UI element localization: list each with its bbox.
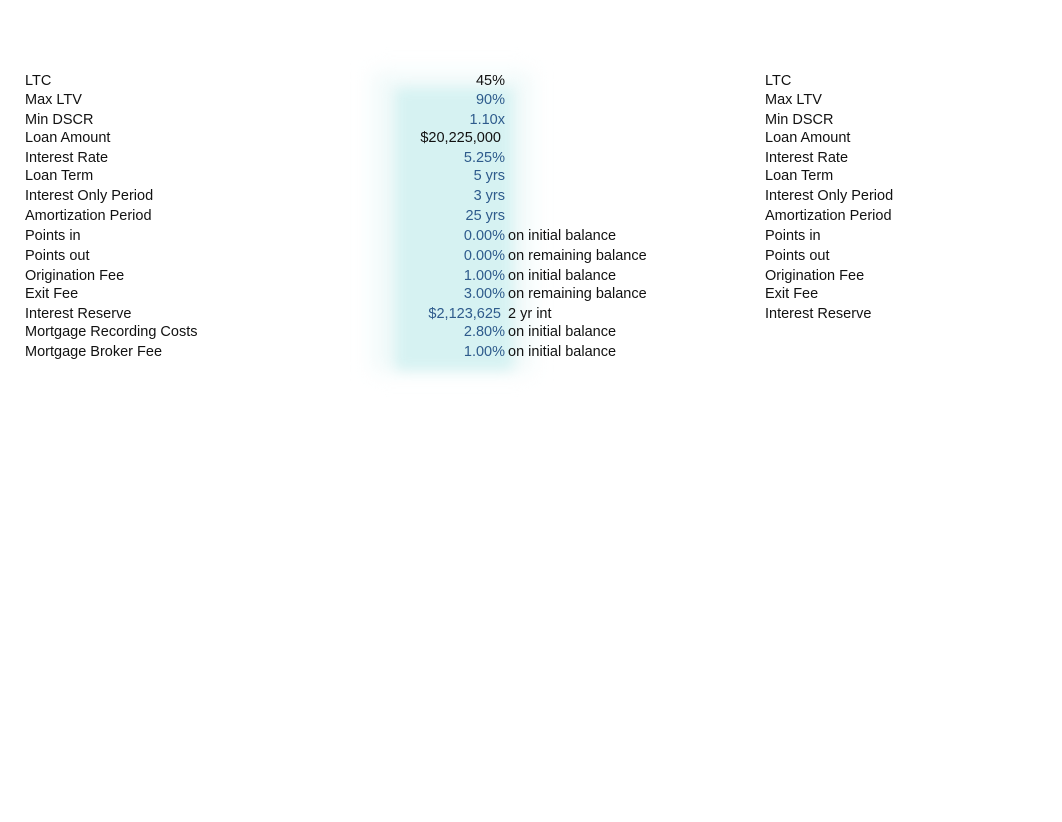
row-label: Interest Rate (765, 150, 849, 166)
table-row: Mortgage Recording Costs 2.80% on initial … (0, 323, 1062, 341)
table-row: Exit Fee 3.00% on remaining balance (0, 285, 1062, 303)
row-value[interactable]: 5.25% (464, 149, 505, 167)
row-label: LTC (25, 73, 52, 89)
row-label: Interest Reserve (25, 306, 132, 322)
table-row: Points in 0.00% on initial balance (0, 227, 1062, 245)
row-value[interactable]: 1.00% (464, 343, 505, 361)
row-label: Amortization Period (25, 208, 152, 224)
row-label: Origination Fee (765, 268, 865, 284)
row-label: Origination Fee (25, 268, 125, 284)
row-label: Loan Amount (25, 130, 111, 146)
row-label: LTC (765, 73, 792, 89)
row-label: Min DSCR (25, 112, 94, 128)
row-value[interactable]: 25 yrs (466, 207, 506, 225)
row-label: Max LTV (25, 92, 82, 108)
table-row: Loan Term 5 yrs (0, 167, 1062, 185)
row-label: Loan Term (765, 168, 834, 184)
row-value[interactable]: 0.00% (464, 227, 505, 245)
row-label: Points in (765, 228, 821, 244)
row-value[interactable]: 1.10x (470, 111, 505, 129)
row-value[interactable]: 0.00% (464, 247, 505, 265)
table-row: Interest Only Period 3 yrs (0, 187, 1062, 205)
row-value[interactable]: $2,123,625 (428, 305, 501, 323)
row-value[interactable]: 45% (476, 72, 505, 90)
row-label: Exit Fee (765, 286, 819, 302)
table-row: Max LTV 90% (0, 91, 1062, 109)
table-row: Interest Rate 5.25% (0, 149, 1062, 167)
row-label: Exit Fee (25, 286, 79, 302)
row-label: Interest Only Period (765, 188, 894, 204)
row-note: on initial balance (508, 228, 617, 244)
table-row: Origination Fee 1.00% on initial balance (0, 267, 1062, 285)
table-row: Loan Amount $20,225,000 (0, 129, 1062, 147)
row-value[interactable]: 2.80% (464, 323, 505, 341)
row-label: Interest Rate (25, 150, 109, 166)
row-value[interactable]: 1.00% (464, 267, 505, 285)
row-label: Loan Term (25, 168, 94, 184)
row-label: Points in (25, 228, 81, 244)
row-label: Points out (25, 248, 90, 264)
table-row: Mortgage Broker Fee 1.00% on initial balan… (0, 343, 1062, 361)
table-row: Points out 0.00% on remaining balance (0, 247, 1062, 265)
row-label: Mortgage Broker Fee (25, 344, 163, 360)
row-note: on remaining balance (508, 248, 647, 264)
row-note: on initial balance (508, 268, 617, 284)
row-value[interactable]: 3 yrs (474, 187, 505, 205)
row-label: Mortgage Recording Costs (25, 324, 198, 340)
row-label: Amortization Period (765, 208, 892, 224)
row-value[interactable]: 3.00% (464, 285, 505, 303)
row-label: Points out (765, 248, 830, 264)
row-note: on remaining balance (508, 286, 647, 302)
row-label: Loan Amount (765, 130, 851, 146)
table-row: Min DSCR 1.10x (0, 111, 1062, 129)
row-label: Interest Reserve (765, 306, 872, 322)
table-row: LTC 45% (0, 72, 1062, 90)
row-value[interactable]: 5 yrs (474, 167, 505, 185)
row-label: Min DSCR (765, 112, 834, 128)
row-note: 2 yr int (508, 306, 552, 322)
table-row: Interest Reserve $2,123,625 2 yr int (0, 305, 1062, 323)
table-row: Amortization Period 25 yrs (0, 207, 1062, 225)
row-note: on initial balance (508, 344, 617, 360)
row-label: Max LTV (765, 92, 822, 108)
row-label: Interest Only Period (25, 188, 154, 204)
row-value[interactable]: 90% (476, 91, 505, 109)
row-note: on initial balance (508, 324, 617, 340)
row-value[interactable]: $20,225,000 (420, 129, 501, 147)
